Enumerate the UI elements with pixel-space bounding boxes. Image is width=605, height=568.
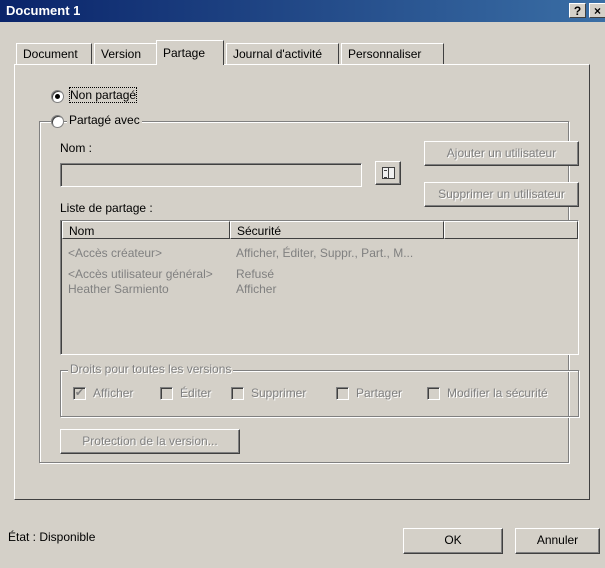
remove-user-button[interactable]: Supprimer un utilisateur <box>424 182 579 207</box>
tab-version[interactable]: Version <box>94 43 157 64</box>
row-name[interactable]: <Accès utilisateur général> <box>68 267 213 281</box>
tab-customize[interactable]: Personnaliser <box>341 43 444 64</box>
ok-button[interactable]: OK <box>403 528 503 554</box>
view-label: Afficher <box>93 386 134 400</box>
row-name[interactable]: Heather Sarmiento <box>68 282 169 296</box>
share-label: Partager <box>356 386 403 400</box>
name-label: Nom : <box>60 141 93 155</box>
tab-document[interactable]: Document <box>16 43 92 64</box>
shared-with-radio[interactable] <box>51 115 64 128</box>
edit-checkbox[interactable] <box>160 387 173 400</box>
name-input[interactable] <box>60 163 362 187</box>
share-list-label: Liste de partage : <box>60 201 153 215</box>
not-shared-label: Non partagé <box>68 87 138 103</box>
help-button[interactable]: ? <box>569 3 586 18</box>
address-book-icon <box>382 167 395 179</box>
version-protection-button[interactable]: Protection de la version... <box>60 429 240 454</box>
not-shared-radio[interactable] <box>51 90 64 103</box>
shared-with-label: Partagé avec <box>67 113 142 127</box>
address-book-button[interactable] <box>375 161 401 185</box>
column-empty <box>444 221 578 239</box>
view-checkbox[interactable]: ✔ <box>73 387 86 400</box>
tab-activity-log[interactable]: Journal d'activité <box>226 43 339 64</box>
row-name[interactable]: <Accès créateur> <box>68 246 162 260</box>
row-security: Afficher <box>236 282 277 296</box>
edit-label: Éditer <box>180 386 212 400</box>
rights-group-title: Droits pour toutes les versions <box>68 362 234 376</box>
sharing-panel: Non partagé Partagé avec Nom : Ajouter u… <box>14 64 590 500</box>
status-text: État : Disponible <box>8 530 96 544</box>
delete-checkbox[interactable] <box>231 387 244 400</box>
row-security: Refusé <box>236 267 275 281</box>
title-bar: Document 1 ? × <box>0 0 605 22</box>
row-security: Afficher, Éditer, Suppr., Part., M... <box>236 246 414 260</box>
column-security[interactable]: Sécurité <box>230 221 444 239</box>
share-list[interactable]: Nom Sécurité <Accès créateur> Afficher, … <box>60 220 579 355</box>
tab-sharing[interactable]: Partage <box>156 40 224 65</box>
column-name[interactable]: Nom <box>62 221 230 239</box>
add-user-button[interactable]: Ajouter un utilisateur <box>424 141 579 166</box>
modify-security-label: Modifier la sécurité <box>447 386 548 400</box>
share-checkbox[interactable] <box>336 387 349 400</box>
cancel-button[interactable]: Annuler <box>515 528 600 554</box>
close-button[interactable]: × <box>589 3 605 18</box>
modify-security-checkbox[interactable] <box>427 387 440 400</box>
window-title: Document 1 <box>6 3 81 18</box>
delete-label: Supprimer <box>251 386 307 400</box>
